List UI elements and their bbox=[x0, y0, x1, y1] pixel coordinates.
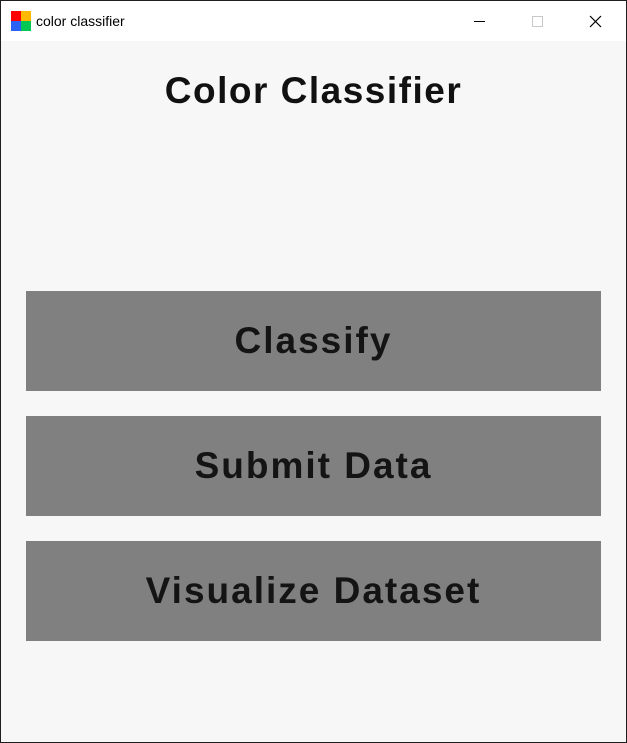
app-window: color classifier Color Classifier Classi… bbox=[0, 0, 627, 743]
page-title: Color Classifier bbox=[164, 70, 463, 111]
visualize-dataset-button[interactable]: Visualize Dataset bbox=[26, 541, 601, 641]
icon-square-green bbox=[21, 21, 31, 31]
icon-square-yellow bbox=[21, 11, 31, 21]
title-bar[interactable]: color classifier bbox=[1, 1, 626, 41]
submit-data-button[interactable]: Submit Data bbox=[26, 416, 601, 516]
classify-button[interactable]: Classify bbox=[26, 291, 601, 391]
maximize-icon bbox=[532, 16, 543, 27]
minimize-button[interactable] bbox=[450, 1, 508, 41]
close-button[interactable] bbox=[566, 1, 624, 41]
close-icon bbox=[589, 15, 602, 28]
minimize-icon bbox=[474, 21, 485, 22]
icon-square-blue bbox=[11, 21, 21, 31]
window-title: color classifier bbox=[36, 13, 125, 29]
four-color-squares-icon bbox=[11, 11, 31, 31]
maximize-button[interactable] bbox=[508, 1, 566, 41]
icon-square-red bbox=[11, 11, 21, 21]
